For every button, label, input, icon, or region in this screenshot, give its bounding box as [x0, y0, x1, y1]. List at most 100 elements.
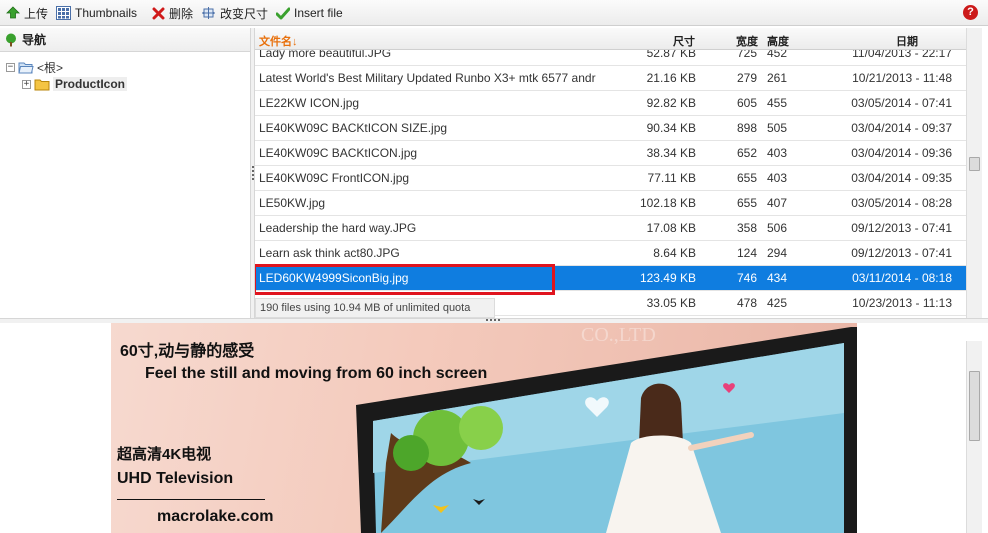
- file-size-cell: 92.82 KB: [646, 96, 696, 110]
- file-size-cell: 8.64 KB: [653, 246, 696, 260]
- expand-icon[interactable]: +: [22, 79, 31, 89]
- image-width-cell: 725: [737, 50, 758, 60]
- file-size-cell: 38.34 KB: [646, 146, 696, 160]
- tree-node-producticon[interactable]: + ProductIcon: [22, 77, 128, 91]
- file-size-cell: 33.05 KB: [646, 296, 696, 310]
- image-width-cell: 279: [737, 71, 758, 85]
- table-row[interactable]: LE40KW09C FrontICON.jpg 77.11 KB 655 403 03/…: [255, 166, 966, 191]
- table-row[interactable]: LED60KW4999SiconBig.jpg 123.49 KB 746 434 03…: [255, 264, 966, 295]
- tree-node-root[interactable]: − <根>: [6, 59, 63, 76]
- banner-heading-en: Feel the still and moving from 60 inch s…: [145, 365, 488, 382]
- file-name-cell: LE22KW ICON.jpg: [259, 96, 360, 110]
- file-name-cell: Learn ask think act80.JPG: [259, 246, 400, 260]
- preview-scroll-thumb[interactable]: [969, 371, 980, 441]
- file-list-scrollbar[interactable]: [966, 28, 982, 318]
- file-list-scroll-thumb[interactable]: [969, 157, 980, 171]
- folder-icon: [34, 79, 50, 90]
- file-name-cell: Lady more beautiful.JPG: [259, 50, 392, 60]
- file-date-cell: 03/04/2014 - 09:36: [851, 146, 952, 160]
- file-size-cell: 90.34 KB: [646, 121, 696, 135]
- column-name[interactable]: 文件名↓: [259, 33, 298, 49]
- file-list-header: 文件名↓ 尺寸 宽度 高度 日期: [255, 28, 966, 50]
- column-width[interactable]: 宽度: [736, 33, 758, 49]
- table-row[interactable]: LE50KW.jpg 102.18 KB 655 407 03/05/2014 - 08…: [255, 191, 966, 216]
- image-height-cell: 407: [767, 196, 788, 210]
- file-name-cell: LE50KW.jpg: [259, 196, 326, 210]
- banner-website: macrolake.com: [157, 508, 274, 525]
- file-size-cell: 123.49 KB: [639, 271, 696, 285]
- navigation-title: 导航: [22, 33, 47, 47]
- image-height-cell: 294: [767, 246, 788, 260]
- image-height-cell: 455: [767, 96, 788, 110]
- column-date[interactable]: 日期: [896, 33, 918, 49]
- navigation-panel: 导航 − <根> + ProductIcon: [0, 28, 250, 318]
- tree-root-label: <根>: [37, 61, 64, 75]
- image-width-cell: 358: [737, 221, 758, 235]
- file-date-cell: 03/05/2014 - 07:41: [851, 96, 952, 110]
- thumbnails-icon: [56, 6, 71, 20]
- checkmark-icon: [276, 7, 290, 19]
- image-preview: CO.,LTD 60寸,动与静的感受 Feel the still and mo: [0, 323, 988, 533]
- image-height-cell: 434: [767, 271, 788, 285]
- table-row[interactable]: LE22KW ICON.jpg 92.82 KB 605 455 03/05/2014 …: [255, 91, 966, 116]
- resize-label: 改变尺寸: [220, 6, 269, 21]
- banner-subtitle-en: UHD Television: [117, 470, 234, 487]
- image-height-cell: 403: [767, 146, 788, 160]
- delete-button[interactable]: 删除: [152, 4, 193, 22]
- file-name-cell: Latest World's Best Military Updated Run…: [259, 71, 596, 85]
- image-height-cell: 261: [767, 71, 788, 85]
- file-list-body: Lady more beautiful.JPG 52.87 KB 725 452 11/…: [255, 50, 966, 320]
- file-name-cell: LE40KW09C BACKtICON SIZE.jpg: [259, 121, 448, 135]
- banner-subtitle-cn: 超高清4K电视: [117, 446, 212, 463]
- file-size-cell: 77.11 KB: [647, 171, 696, 185]
- file-date-cell: 09/12/2013 - 07:41: [851, 246, 952, 260]
- file-date-cell: 10/23/2013 - 11:13: [852, 296, 952, 310]
- insert-file-button[interactable]: Insert file: [276, 4, 343, 22]
- table-row[interactable]: Learn ask think act80.JPG 8.64 KB 124 294 09…: [255, 241, 966, 266]
- image-width-cell: 478: [737, 296, 758, 310]
- resize-button[interactable]: 改变尺寸: [201, 4, 268, 22]
- banner-heading-cn: 60寸,动与静的感受: [120, 343, 255, 360]
- watermark-text: CO.,LTD: [581, 324, 656, 346]
- thumbnails-label: Thumbnails: [75, 6, 138, 20]
- thumbnails-button[interactable]: Thumbnails: [56, 4, 137, 22]
- collapse-icon[interactable]: −: [6, 63, 15, 72]
- upload-button[interactable]: 上传: [6, 4, 48, 22]
- resize-icon: [202, 7, 215, 19]
- file-date-cell: 09/12/2013 - 07:41: [851, 221, 952, 235]
- file-list: 文件名↓ 尺寸 宽度 高度 日期 Lady more beautiful.JPG…: [255, 28, 988, 318]
- table-row[interactable]: Leadership the hard way.JPG 17.08 KB 358 50…: [255, 216, 966, 241]
- file-date-cell: 03/04/2014 - 09:35: [851, 171, 952, 185]
- table-row[interactable]: LE40KW09C BACKtICON SIZE.jpg 90.34 KB 898 5…: [255, 116, 966, 141]
- splitter-grip[interactable]: [252, 166, 254, 180]
- table-row[interactable]: Lady more beautiful.JPG 52.87 KB 725 452 11/…: [255, 50, 966, 66]
- splitter-grip-horizontal[interactable]: [486, 319, 500, 321]
- help-icon[interactable]: ?: [963, 5, 978, 20]
- table-row[interactable]: Latest World's Best Military Updated Run…: [255, 66, 966, 91]
- status-bar: 190 files using 10.94 MB of unlimited qu…: [255, 298, 495, 318]
- delete-icon: [152, 7, 165, 19]
- column-height[interactable]: 高度: [767, 33, 789, 49]
- file-date-cell: 03/04/2014 - 09:37: [851, 121, 952, 135]
- file-size-cell: 52.87 KB: [646, 50, 696, 60]
- file-date-cell: 11/04/2013 - 22:17: [852, 50, 952, 60]
- table-row[interactable]: LE40KW09C BACKtICON.jpg 38.34 KB 652 403 03/…: [255, 141, 966, 166]
- file-size-cell: 21.16 KB: [646, 71, 696, 85]
- file-date-cell: 03/11/2014 - 08:18: [852, 271, 952, 285]
- image-height-cell: 452: [767, 50, 788, 60]
- delete-label: 删除: [169, 6, 194, 21]
- file-size-cell: 102.18 KB: [639, 196, 696, 210]
- file-name-cell: Leadership the hard way.JPG: [259, 221, 417, 235]
- upload-label: 上传: [24, 6, 49, 21]
- file-date-cell: 10/21/2013 - 11:48: [852, 71, 952, 85]
- insert-file-label: Insert file: [294, 6, 343, 20]
- tree-icon: [6, 33, 16, 46]
- preview-image: CO.,LTD 60寸,动与静的感受 Feel the still and mo: [111, 323, 857, 533]
- column-size[interactable]: 尺寸: [673, 33, 695, 49]
- image-width-cell: 605: [737, 96, 758, 110]
- image-width-cell: 652: [737, 146, 758, 160]
- file-name-cell: LE40KW09C FrontICON.jpg: [259, 171, 410, 185]
- image-width-cell: 124: [737, 246, 758, 260]
- preview-scrollbar[interactable]: [966, 341, 982, 533]
- file-size-cell: 17.08 KB: [646, 221, 696, 235]
